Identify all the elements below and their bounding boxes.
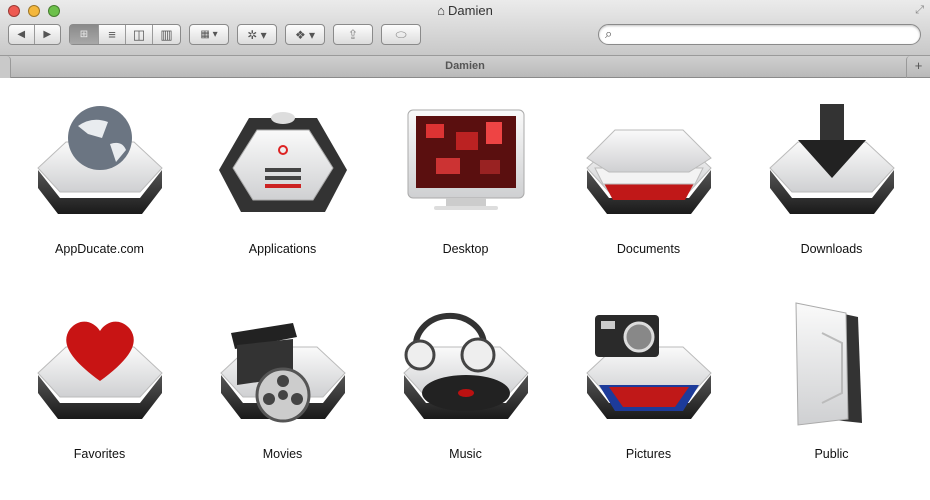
folder-item[interactable]: Favorites xyxy=(8,293,191,498)
back-button[interactable]: ◀ xyxy=(9,25,35,44)
action-gear-button[interactable]: ✲ ▾ xyxy=(237,24,277,45)
arrange-button[interactable]: ▦ ▾ xyxy=(189,24,229,45)
globe-drive-icon xyxy=(30,106,170,228)
music-drive-icon xyxy=(396,312,536,433)
heart-drive-icon xyxy=(30,321,170,433)
icon-grid: AppDucate.com Applications Desktop Docum… xyxy=(8,88,923,498)
home-icon: ⌂ xyxy=(437,3,446,18)
folder-item[interactable]: Desktop xyxy=(374,88,557,293)
dropbox-button[interactable]: ❖ ▾ xyxy=(285,24,325,45)
icon-view-button[interactable]: ⊞ xyxy=(70,25,99,44)
title-bar: ⌂ Damien ⤢ ◀ ▶ ⊞ ≡ ◫ ▥ ▦ ▾ ✲ ▾ ❖ ▾ ⇪ ⬭ ⌕ xyxy=(0,0,930,56)
desktop-monitor-icon xyxy=(407,109,524,210)
public-folder-icon xyxy=(794,302,862,426)
search-input[interactable] xyxy=(621,27,911,42)
share-button[interactable]: ⇪ xyxy=(333,24,373,45)
list-view-button[interactable]: ≡ xyxy=(99,25,126,44)
forward-button[interactable]: ▶ xyxy=(35,25,60,44)
folder-item[interactable]: Pictures xyxy=(557,293,740,498)
folder-item[interactable]: Downloads xyxy=(740,88,923,293)
applications-drive-icon xyxy=(218,112,347,212)
downloads-drive-icon xyxy=(762,104,902,228)
path-bar: Damien + xyxy=(0,56,930,78)
folder-item[interactable]: Music xyxy=(374,293,557,498)
coverflow-view-button[interactable]: ▥ xyxy=(153,25,180,44)
search-icon: ⌕ xyxy=(605,26,613,41)
folder-item[interactable]: Movies xyxy=(191,293,374,498)
folder-item[interactable]: AppDucate.com xyxy=(8,88,191,293)
folder-item[interactable]: Public xyxy=(740,293,923,498)
search-field: ⌕ xyxy=(598,24,921,45)
toggle-button[interactable]: ⬭ xyxy=(381,24,421,45)
fullscreen-icon[interactable]: ⤢ xyxy=(915,4,924,17)
current-folder-tab[interactable]: Damien xyxy=(0,60,930,72)
movies-drive-icon xyxy=(213,323,353,423)
view-mode-control: ⊞ ≡ ◫ ▥ xyxy=(69,24,181,45)
camera-drive-icon xyxy=(579,315,719,433)
back-forward-control: ◀ ▶ xyxy=(8,24,61,45)
folder-item[interactable]: Applications xyxy=(191,88,374,293)
new-tab-button[interactable]: + xyxy=(906,56,930,78)
column-view-button[interactable]: ◫ xyxy=(126,25,153,44)
window-title: ⌂ Damien xyxy=(437,3,493,18)
folder-item[interactable]: Documents xyxy=(557,88,740,293)
documents-drive-icon xyxy=(585,129,712,228)
